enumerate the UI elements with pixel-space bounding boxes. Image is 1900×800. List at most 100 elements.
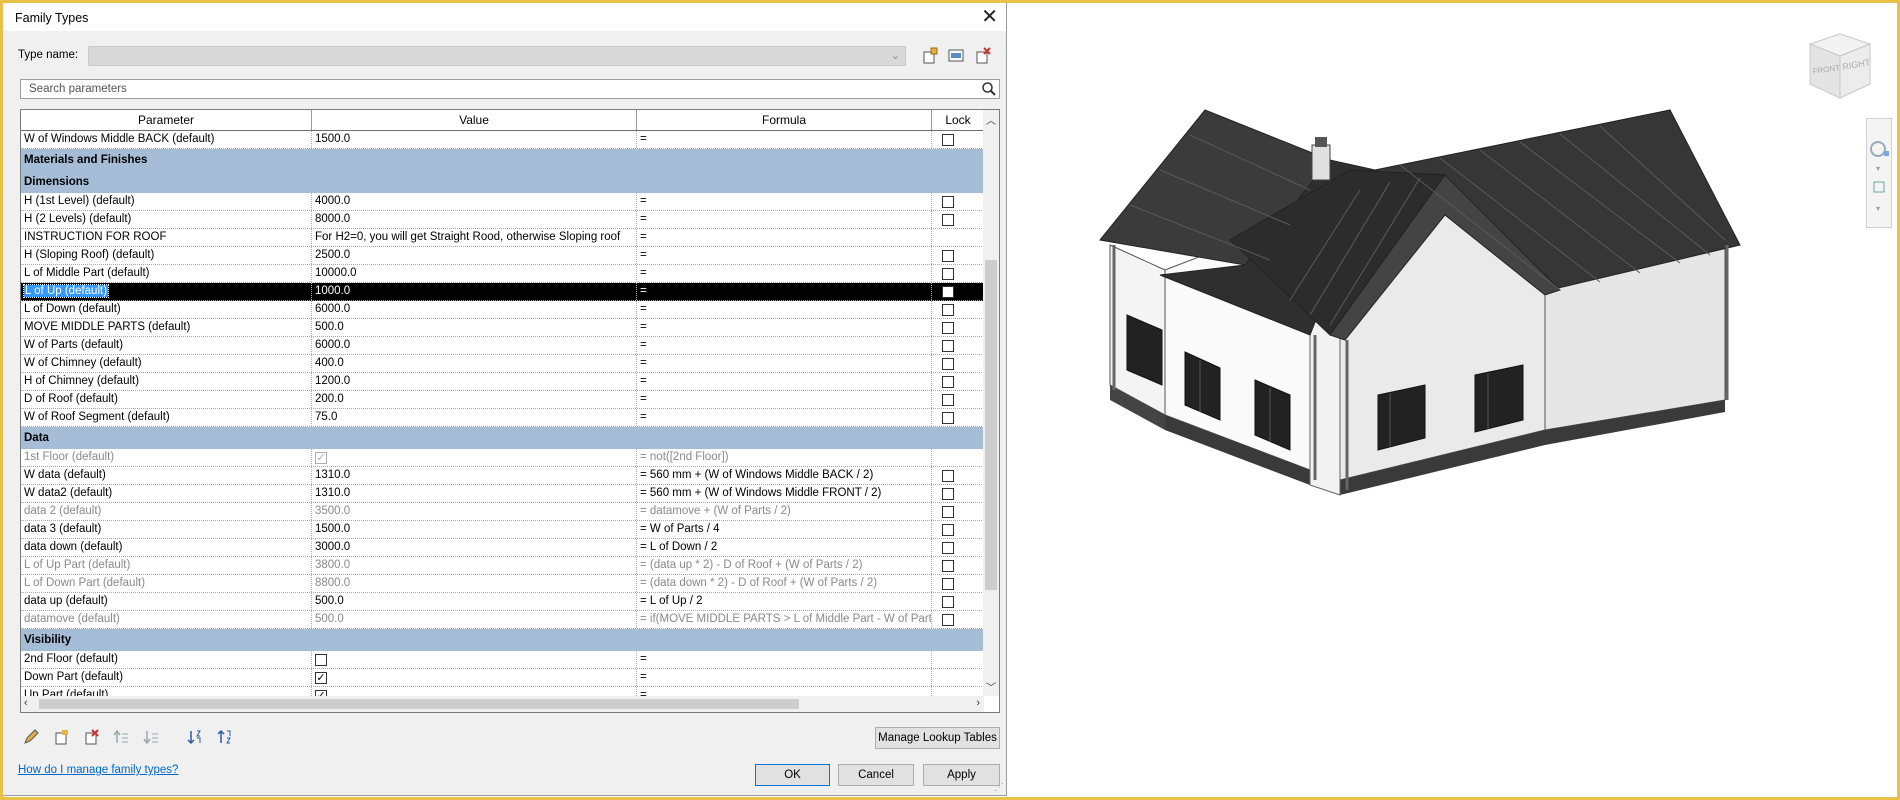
lock-checkbox[interactable] [942,596,954,608]
parameter-formula-cell[interactable]: = [637,669,932,686]
lock-checkbox[interactable] [942,358,954,370]
column-header-formula[interactable]: Formula [637,110,932,130]
scroll-right-icon[interactable]: › [976,697,980,709]
parameter-name-cell[interactable]: W of Windows Middle BACK (default) [21,131,312,148]
parameter-value-cell[interactable]: 8000.0 [312,211,637,228]
parameter-group-header[interactable]: Visibility [21,629,984,651]
parameter-name-cell[interactable]: datamove (default) [21,611,312,628]
parameter-value-cell[interactable]: 3800.0 [312,557,637,574]
parameter-row[interactable]: W of Windows Middle BACK (default) 1500.0… [21,131,984,149]
parameter-row[interactable]: INSTRUCTION FOR ROOF For H2=0, you will g… [21,229,984,247]
parameter-value-cell[interactable]: For H2=0, you will get Straight Rood, ot… [312,229,637,246]
parameter-name-cell[interactable]: L of Up (default) [21,283,312,300]
parameter-value-cell[interactable]: 6000.0 [312,301,637,318]
lock-checkbox[interactable] [942,250,954,262]
parameter-formula-cell[interactable]: = [637,211,932,228]
value-checkbox[interactable]: ✓ [315,452,327,464]
sort-descending-icon[interactable] [217,729,233,745]
parameter-row[interactable]: H (2 Levels) (default) 8000.0 = [21,211,984,229]
vertical-scroll-thumb[interactable] [985,260,997,590]
help-link[interactable]: How do I manage family types? [18,764,178,776]
parameter-formula-cell[interactable]: = [637,265,932,282]
parameter-row[interactable]: W of Parts (default) 6000.0 = [21,337,984,355]
parameter-name-cell[interactable]: D of Roof (default) [21,391,312,408]
scroll-left-icon[interactable]: ‹ [24,697,28,709]
parameter-name-cell[interactable]: INSTRUCTION FOR ROOF [21,229,312,246]
parameter-row[interactable]: L of Middle Part (default) 10000.0 = [21,265,984,283]
parameter-row[interactable]: L of Up (default) 1000.0 = [21,283,984,301]
parameter-value-cell[interactable]: 1310.0 [312,485,637,502]
parameter-formula-cell[interactable]: = L of Up / 2 [637,593,932,610]
value-checkbox[interactable] [315,654,327,666]
value-checkbox[interactable]: ✓ [315,672,327,684]
parameter-name-cell[interactable]: data up (default) [21,593,312,610]
parameter-name-cell[interactable]: data down (default) [21,539,312,556]
parameter-formula-cell[interactable]: = 560 mm + (W of Windows Middle FRONT / … [637,485,932,502]
parameter-row[interactable]: data down (default) 3000.0 = L of Down / 2 [21,539,984,557]
parameter-formula-cell[interactable]: = [637,651,932,668]
parameter-formula-cell[interactable]: = [637,373,932,390]
type-name-dropdown[interactable]: ⌄ [88,46,906,66]
lock-checkbox[interactable] [942,578,954,590]
parameter-group-header[interactable]: Data [21,427,984,449]
parameter-row[interactable]: L of Down Part (default) 8800.0 = (data do… [21,575,984,593]
lock-checkbox[interactable] [942,286,954,298]
zoom-icon[interactable] [1873,181,1885,193]
parameter-value-cell[interactable]: 10000.0 [312,265,637,282]
parameter-formula-cell[interactable]: = [637,131,932,148]
parameter-value-cell[interactable]: 4000.0 [312,193,637,210]
parameter-name-cell[interactable]: H (2 Levels) (default) [21,211,312,228]
parameter-value-cell[interactable]: 8800.0 [312,575,637,592]
parameter-value-cell[interactable]: 1200.0 [312,373,637,390]
parameter-row[interactable]: H (1st Level) (default) 4000.0 = [21,193,984,211]
lock-checkbox[interactable] [942,470,954,482]
3d-viewport[interactable] [1010,3,1897,797]
parameter-value-cell[interactable] [312,651,637,668]
steering-wheel-icon[interactable] [1870,141,1886,157]
parameter-formula-cell[interactable]: = [637,247,932,264]
parameter-value-cell[interactable]: 200.0 [312,391,637,408]
parameter-row[interactable]: MOVE MIDDLE PARTS (default) 500.0 = [21,319,984,337]
parameter-value-cell[interactable]: 2500.0 [312,247,637,264]
chevron-down-icon[interactable]: ▾ [1876,164,1880,173]
sort-ascending-icon[interactable] [187,729,203,745]
parameter-row[interactable]: 1st Floor (default) ✓ = not([2nd Floor]) [21,449,984,467]
lock-checkbox[interactable] [942,304,954,316]
parameter-row[interactable]: datamove (default) 500.0 = if(MOVE MIDDLE … [21,611,984,629]
parameter-name-cell[interactable]: W data2 (default) [21,485,312,502]
delete-parameter-icon[interactable] [83,729,99,745]
search-parameters-field[interactable] [20,79,1000,99]
parameter-value-cell[interactable]: 500.0 [312,319,637,336]
parameter-formula-cell[interactable]: = [637,319,932,336]
manage-lookup-tables-button[interactable]: Manage Lookup Tables [875,727,1000,749]
parameter-name-cell[interactable]: MOVE MIDDLE PARTS (default) [21,319,312,336]
parameter-formula-cell[interactable]: = if(MOVE MIDDLE PARTS > L of Middle Par… [637,611,932,628]
close-icon[interactable]: ✕ [981,6,998,28]
lock-checkbox[interactable] [942,196,954,208]
parameter-row[interactable]: H of Chimney (default) 1200.0 = [21,373,984,391]
lock-checkbox[interactable] [942,340,954,352]
parameter-name-cell[interactable]: L of Down Part (default) [21,575,312,592]
parameter-row[interactable]: data 3 (default) 1500.0 = W of Parts / 4 [21,521,984,539]
parameter-formula-cell[interactable]: = [637,193,932,210]
lock-checkbox[interactable] [942,506,954,518]
parameter-formula-cell[interactable]: = [637,355,932,372]
parameter-formula-cell[interactable]: = 560 mm + (W of Windows Middle BACK / 2… [637,467,932,484]
parameter-name-cell[interactable]: data 2 (default) [21,503,312,520]
column-header-value[interactable]: Value [312,110,637,130]
parameter-row[interactable]: L of Up Part (default) 3800.0 = (data up *… [21,557,984,575]
lock-checkbox[interactable] [942,614,954,626]
parameter-row[interactable]: Down Part (default) ✓ = [21,669,984,687]
vertical-scrollbar[interactable]: ︿ ﹀ [983,110,999,696]
parameter-value-cell[interactable]: 1000.0 [312,283,637,300]
parameter-formula-cell[interactable]: = [637,301,932,318]
move-up-icon[interactable] [113,729,129,745]
new-parameter-icon[interactable] [53,729,69,745]
parameter-formula-cell[interactable]: = L of Down / 2 [637,539,932,556]
column-header-parameter[interactable]: Parameter [21,110,312,130]
lock-checkbox[interactable] [942,134,954,146]
rename-type-icon[interactable] [947,47,965,65]
parameter-group-header[interactable]: Materials and Finishes [21,149,984,171]
search-icon[interactable] [981,81,997,97]
parameter-formula-cell[interactable]: = (data up * 2) - D of Roof + (W of Part… [637,557,932,574]
